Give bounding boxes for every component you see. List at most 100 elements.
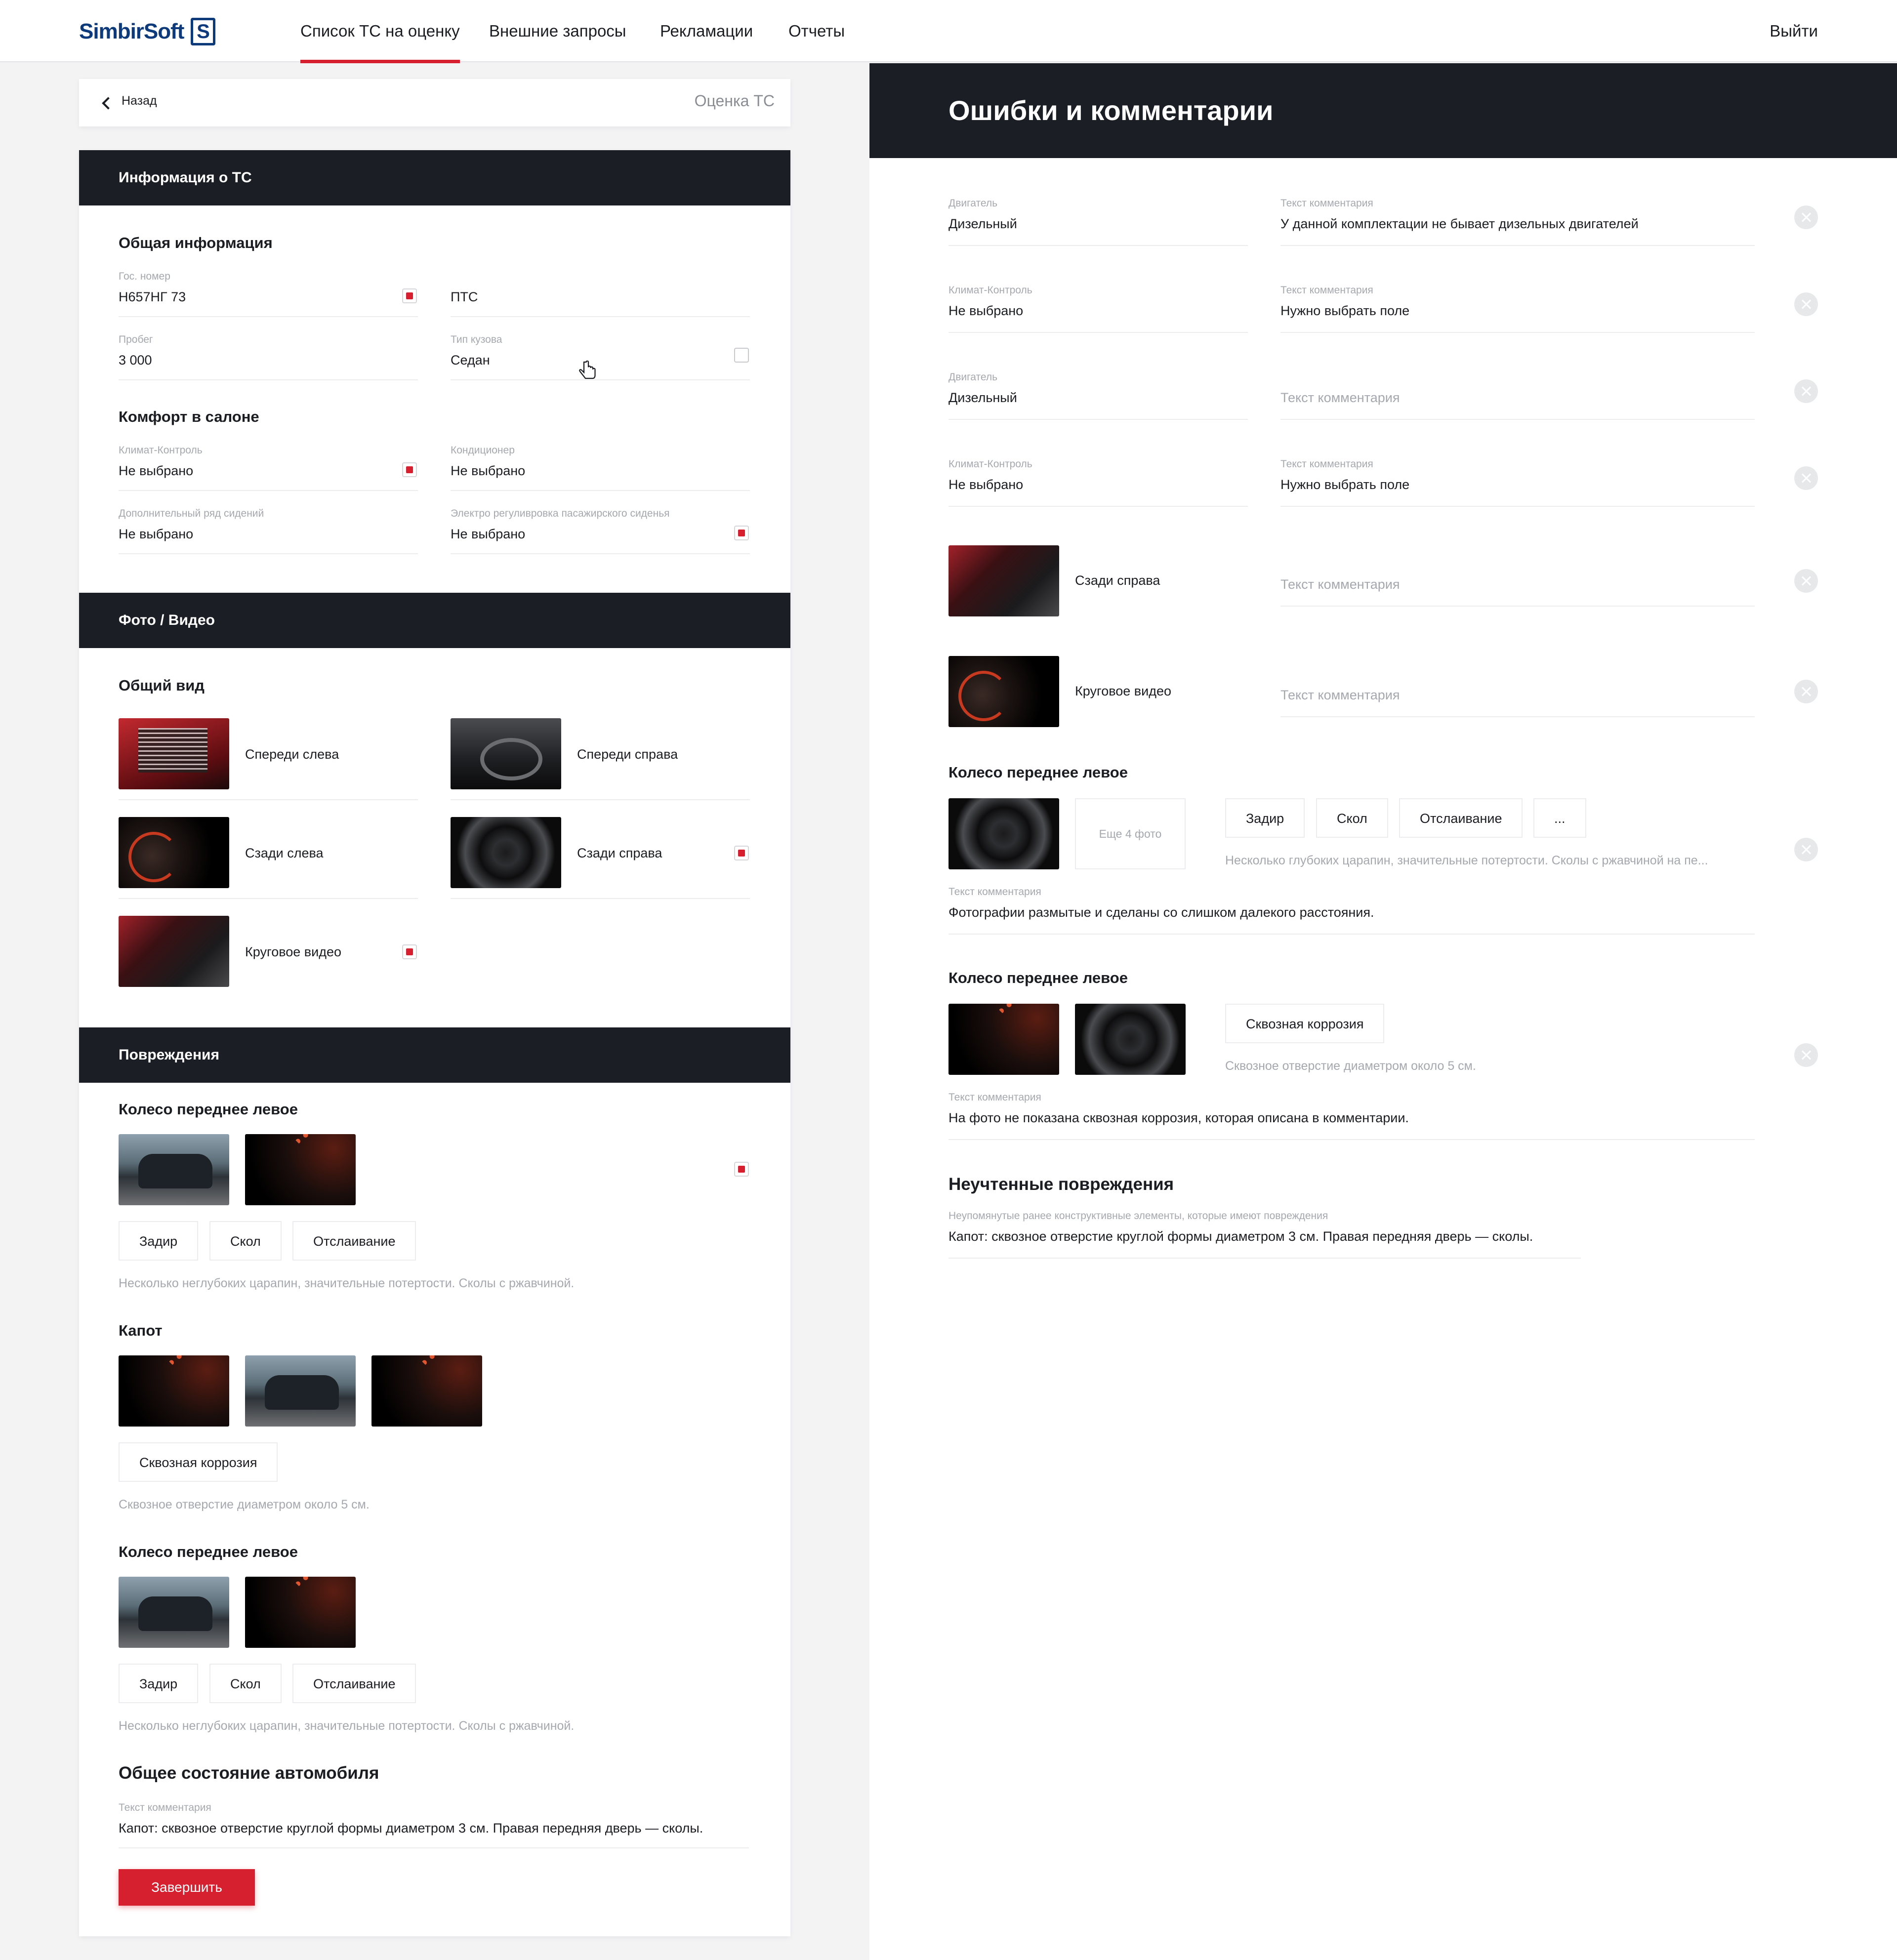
- top-navigation-bar: SimbirSoft S Список ТС на оценку Внешние…: [0, 0, 1897, 63]
- photo-thumbnail[interactable]: [119, 817, 229, 888]
- photo-item[interactable]: Круговое видео: [119, 916, 418, 998]
- comment-placeholder: Текст комментария: [1280, 577, 1400, 592]
- section-header-damages: Повреждения: [79, 1027, 790, 1083]
- hand-cursor-icon: [579, 361, 596, 379]
- damage-type-chip: Скол: [209, 1221, 282, 1261]
- damage-description: Сквозное отверстие диаметром около 5 см.: [119, 1498, 370, 1511]
- unaccounted-damages-field[interactable]: Неупомянутые ранее конструктивные элемен…: [948, 1210, 1581, 1259]
- comment-input[interactable]: Текст комментария: [1280, 371, 1755, 420]
- photo-thumbnail[interactable]: [451, 718, 561, 789]
- error-mark-checkbox[interactable]: [402, 288, 417, 303]
- damage-photo[interactable]: [948, 1004, 1059, 1075]
- damage-type-chip: Сквозная коррозия: [119, 1442, 278, 1482]
- photo-thumbnail[interactable]: [451, 817, 561, 888]
- field-value: Дизельный: [948, 390, 1017, 405]
- comfort-title: Комфорт в салоне: [119, 408, 259, 425]
- body-type-field[interactable]: Тип кузова Седан: [451, 332, 750, 380]
- damage-photo[interactable]: [119, 1355, 229, 1427]
- photo-thumbnail[interactable]: [119, 718, 229, 789]
- photo-item[interactable]: Спереди справа: [451, 718, 750, 800]
- field-value: Капот: сквозное отверстие круглой формы …: [119, 1821, 703, 1836]
- close-icon[interactable]: [1794, 379, 1818, 403]
- overview-title: Общий вид: [119, 677, 205, 694]
- more-chips-button[interactable]: ...: [1533, 798, 1586, 838]
- errors-and-comments-panel: Ошибки и комментарии Двигатель Дизельный…: [869, 63, 1897, 1960]
- field-value: Нужно выбрать поле: [1280, 477, 1410, 492]
- simbirsoft-logo[interactable]: SimbirSoft S: [79, 17, 216, 46]
- field-value: Фотографии размытые и сделаны со слишком…: [948, 905, 1374, 920]
- damage-photo[interactable]: [119, 1577, 229, 1648]
- field-value: Не выбрано: [119, 463, 194, 478]
- damage-photo[interactable]: [1075, 1004, 1186, 1075]
- damage-photo[interactable]: [119, 1134, 229, 1205]
- close-icon[interactable]: [1794, 466, 1818, 490]
- chevron-left-icon[interactable]: [97, 91, 117, 115]
- close-icon[interactable]: [1794, 569, 1818, 593]
- error-mark-checkbox[interactable]: [734, 846, 749, 860]
- nav-tab-reclamations[interactable]: Рекламации: [660, 0, 753, 62]
- photo-label: Круговое видео: [245, 944, 341, 959]
- finish-button[interactable]: Завершить: [119, 1869, 255, 1906]
- nav-tab-external-requests[interactable]: Внешние запросы: [489, 0, 626, 62]
- close-icon[interactable]: [1794, 1043, 1818, 1067]
- photo-thumbnail[interactable]: [119, 916, 229, 987]
- overall-comment-field[interactable]: Текст комментария Капот: сквозное отверс…: [119, 1800, 749, 1848]
- damage-type-chip: Задир: [119, 1664, 199, 1703]
- pts-field[interactable]: ПТС: [451, 269, 750, 317]
- climate-control-field[interactable]: Климат-Контроль Не выбрано: [119, 443, 418, 491]
- error-mark-checkbox[interactable]: [734, 1162, 749, 1177]
- conditioner-field[interactable]: Кондиционер Не выбрано: [451, 443, 750, 491]
- electro-seat-field[interactable]: Электро регуливровка пасажирского сидень…: [451, 506, 750, 554]
- logout-link[interactable]: Выйти: [1770, 0, 1818, 62]
- damage-photo[interactable]: [948, 798, 1059, 869]
- error-mark-checkbox[interactable]: [734, 526, 749, 540]
- extra-seats-field[interactable]: Дополнительный ряд сидений Не выбрано: [119, 506, 418, 554]
- error-mark-checkbox[interactable]: [734, 348, 749, 363]
- errors-panel-title: Ошибки и комментарии: [869, 63, 1897, 158]
- field-value: 3 000: [119, 353, 152, 368]
- mileage-field[interactable]: Пробег 3 000: [119, 332, 418, 380]
- photo-item[interactable]: Сзади слева: [119, 817, 418, 899]
- field-value: У данной комплектации не бывает дизельны…: [1280, 216, 1639, 231]
- close-icon[interactable]: [1794, 838, 1818, 861]
- general-info-title: Общая информация: [119, 234, 273, 251]
- comment-input[interactable]: Текст комментария: [1280, 558, 1755, 607]
- back-link[interactable]: Назад: [122, 94, 157, 108]
- comment-field[interactable]: Текст комментария На фото не показана ск…: [948, 1092, 1755, 1140]
- photo-label: Сзади справа: [1075, 573, 1160, 588]
- damage-photo[interactable]: [245, 1355, 356, 1427]
- more-photos-button[interactable]: Еще 4 фото: [1075, 798, 1186, 869]
- photo-item[interactable]: Сзади справа: [451, 817, 750, 899]
- error-mark-checkbox[interactable]: [402, 944, 417, 959]
- section-header-vehicle-info: Информация о ТС: [79, 150, 790, 205]
- close-icon[interactable]: [1794, 680, 1818, 703]
- damage-title: Колесо переднее левое: [119, 1543, 298, 1560]
- comment-field[interactable]: Текст комментария У данной комплектации …: [1280, 198, 1755, 246]
- damage-photo[interactable]: [371, 1355, 482, 1427]
- gos-nomer-field[interactable]: Гос. номер Н657НГ 73: [119, 269, 418, 317]
- damage-description: Сквозное отверстие диаметром около 5 см.: [1225, 1059, 1476, 1073]
- close-icon[interactable]: [1794, 292, 1818, 316]
- field-label: Текст комментария: [1280, 285, 1373, 296]
- comment-field[interactable]: Текст комментария Нужно выбрать поле: [1280, 285, 1755, 333]
- error-mark-checkbox[interactable]: [402, 462, 417, 477]
- damage-photo[interactable]: [245, 1577, 356, 1648]
- comment-input[interactable]: Текст комментария: [1280, 669, 1755, 717]
- photo-thumbnail[interactable]: [948, 545, 1059, 616]
- field-label: Текст комментария: [1280, 458, 1373, 470]
- damage-title: Капот: [119, 1322, 163, 1339]
- page-title: Оценка ТС: [694, 92, 775, 110]
- comment-field[interactable]: Текст комментария Фотографии размытые и …: [948, 886, 1755, 935]
- photo-item[interactable]: Спереди слева: [119, 718, 418, 800]
- damage-photo[interactable]: [245, 1134, 356, 1205]
- photo-thumbnail[interactable]: [948, 656, 1059, 727]
- nav-tab-vehicles-for-evaluation[interactable]: Список ТС на оценку: [300, 0, 460, 63]
- comment-field[interactable]: Текст комментария Нужно выбрать поле: [1280, 458, 1755, 507]
- nav-tab-reports[interactable]: Отчеты: [788, 0, 845, 62]
- damage-title: Колесо переднее левое: [948, 969, 1128, 986]
- field-label: Электро регуливровка пасажирского сидень…: [451, 508, 670, 519]
- close-icon[interactable]: [1794, 205, 1818, 229]
- unaccounted-damages-title: Неучтенные повреждения: [948, 1175, 1174, 1194]
- field-label: Тип кузова: [451, 334, 502, 345]
- damage-title: Колесо переднее левое: [948, 764, 1128, 781]
